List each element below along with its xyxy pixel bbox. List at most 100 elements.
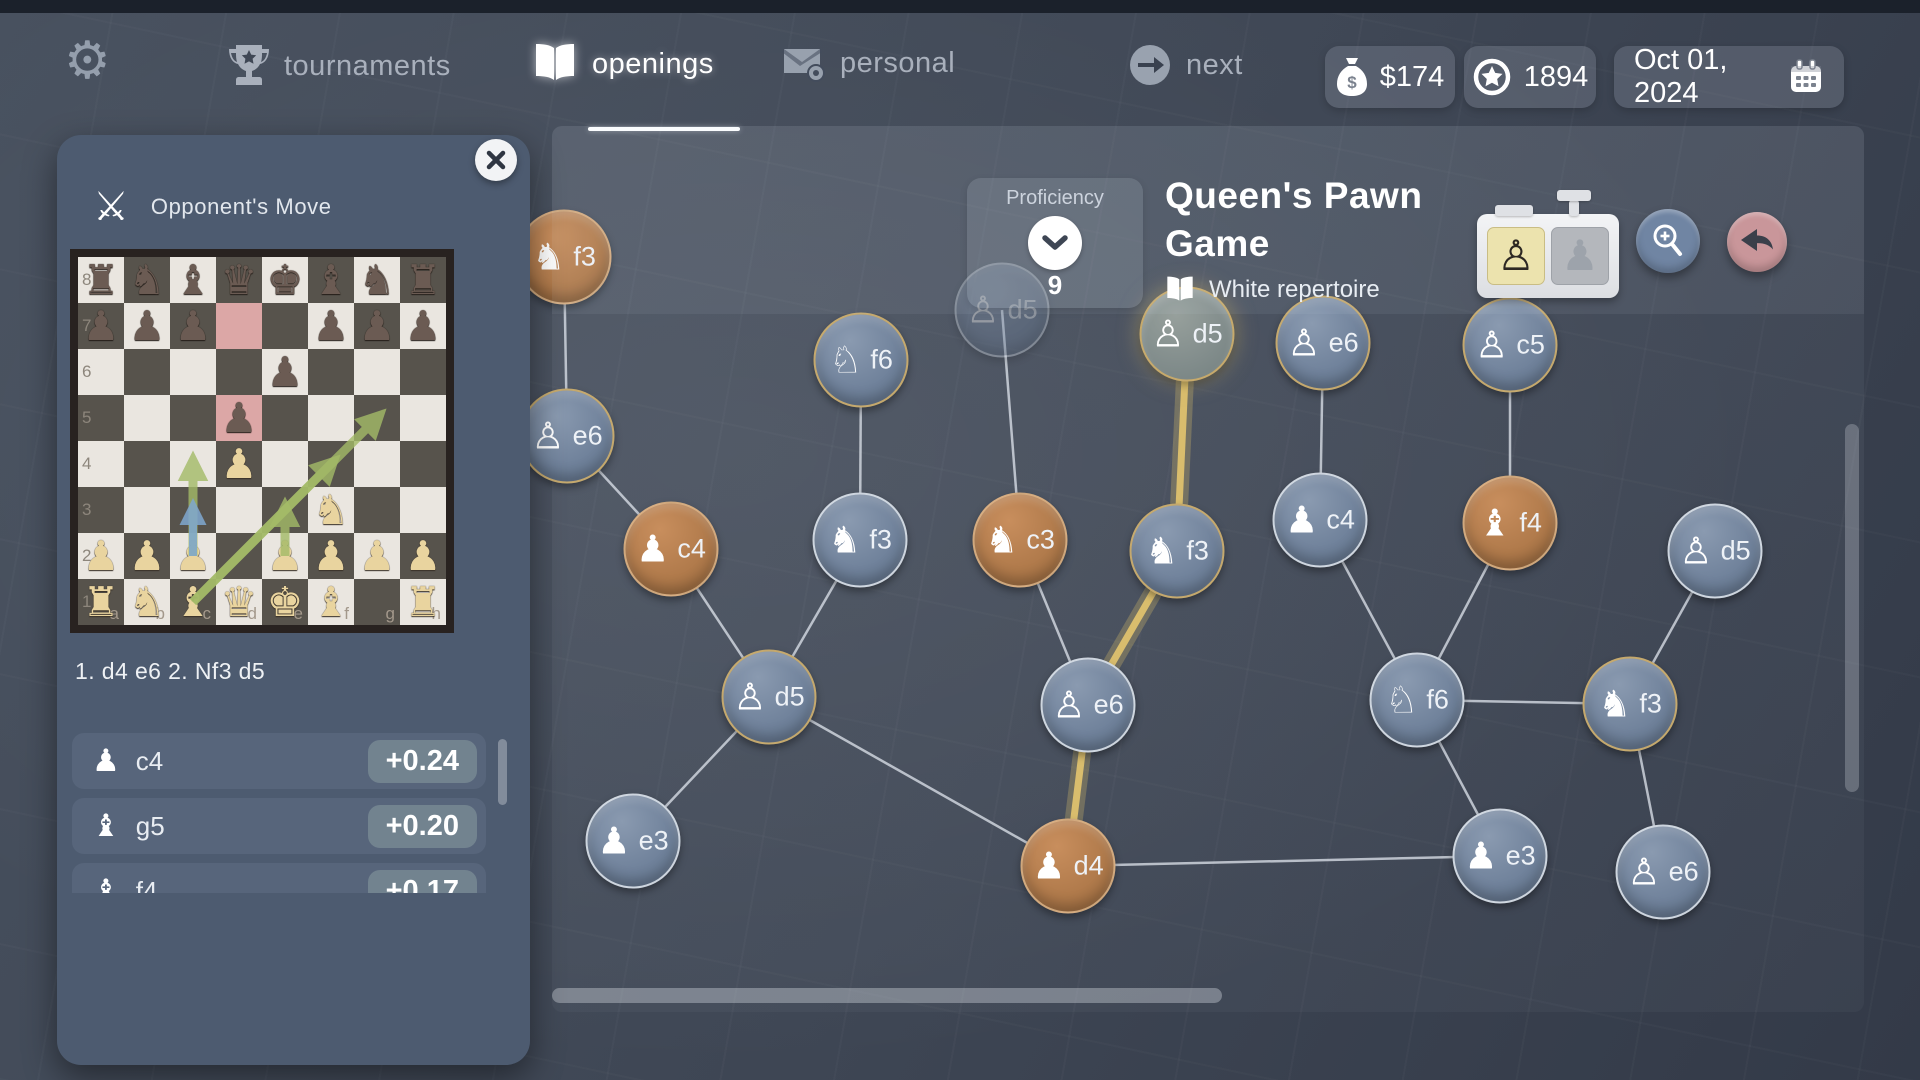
- square-e3[interactable]: [262, 487, 308, 533]
- piece-wk: ♚: [267, 582, 304, 623]
- square-d5[interactable]: ♟: [216, 395, 262, 441]
- back-button[interactable]: [1727, 212, 1787, 272]
- move-node-e6[interactable]: ♙e6: [1041, 658, 1136, 753]
- square-e6[interactable]: ♟: [262, 349, 308, 395]
- square-c8[interactable]: ♝: [170, 257, 216, 303]
- square-h8[interactable]: ♜: [400, 257, 446, 303]
- black-side-toggle[interactable]: ♟: [1551, 227, 1609, 285]
- square-e2[interactable]: ♟: [262, 533, 308, 579]
- square-b5[interactable]: [124, 395, 170, 441]
- proficiency-card[interactable]: Proficiency 9: [967, 178, 1143, 308]
- move-node-f6[interactable]: ♘f6: [1370, 653, 1465, 748]
- zoom-button[interactable]: [1636, 209, 1700, 273]
- square-h7[interactable]: ♟: [400, 303, 446, 349]
- move-node-e3[interactable]: ♟e3: [586, 794, 681, 889]
- square-e5[interactable]: [262, 395, 308, 441]
- square-d4[interactable]: ♟: [216, 441, 262, 487]
- horizontal-scrollbar[interactable]: [552, 988, 1222, 1003]
- square-h1[interactable]: h♜: [400, 579, 446, 625]
- square-b6[interactable]: [124, 349, 170, 395]
- square-c1[interactable]: c♝: [170, 579, 216, 625]
- square-a2[interactable]: 2♟: [78, 533, 124, 579]
- square-h5[interactable]: [400, 395, 446, 441]
- square-c4[interactable]: [170, 441, 216, 487]
- square-d6[interactable]: [216, 349, 262, 395]
- square-a8[interactable]: 8♜: [78, 257, 124, 303]
- square-g6[interactable]: [354, 349, 400, 395]
- square-c7[interactable]: ♟: [170, 303, 216, 349]
- square-b3[interactable]: [124, 487, 170, 533]
- eval-row-c4[interactable]: ♟c4+0.24: [72, 733, 486, 789]
- move-node-f3[interactable]: ♞f3: [1130, 504, 1225, 599]
- eval-row-g5[interactable]: ♝g5+0.20: [72, 798, 486, 854]
- square-h6[interactable]: [400, 349, 446, 395]
- square-c3[interactable]: [170, 487, 216, 533]
- move-node-e6[interactable]: ♙e6: [1616, 825, 1711, 920]
- square-g2[interactable]: ♟: [354, 533, 400, 579]
- move-node-c4[interactable]: ♟c4: [1273, 473, 1368, 568]
- square-f8[interactable]: ♝: [308, 257, 354, 303]
- square-g5[interactable]: [354, 395, 400, 441]
- square-d3[interactable]: [216, 487, 262, 533]
- square-g4[interactable]: [354, 441, 400, 487]
- square-g3[interactable]: [354, 487, 400, 533]
- move-node-c3[interactable]: ♞c3: [973, 493, 1068, 588]
- square-f3[interactable]: ♞: [308, 487, 354, 533]
- move-node-e6[interactable]: ♙e6: [520, 389, 615, 484]
- move-node-label: e3: [1506, 841, 1536, 872]
- square-f2[interactable]: ♟: [308, 533, 354, 579]
- square-a6[interactable]: 6: [78, 349, 124, 395]
- move-node-f3[interactable]: ♞f3: [813, 493, 908, 588]
- square-g1[interactable]: g: [354, 579, 400, 625]
- square-b7[interactable]: ♟: [124, 303, 170, 349]
- square-e4[interactable]: [262, 441, 308, 487]
- chevron-down-icon[interactable]: [1028, 216, 1082, 270]
- square-c2[interactable]: ♟: [170, 533, 216, 579]
- square-a4[interactable]: 4: [78, 441, 124, 487]
- square-a3[interactable]: 3: [78, 487, 124, 533]
- square-h2[interactable]: ♟: [400, 533, 446, 579]
- vertical-scrollbar[interactable]: [1845, 424, 1859, 792]
- square-f7[interactable]: ♟: [308, 303, 354, 349]
- white-side-toggle[interactable]: ♙: [1487, 227, 1545, 285]
- square-b1[interactable]: b♞: [124, 579, 170, 625]
- square-b2[interactable]: ♟: [124, 533, 170, 579]
- move-node-d5[interactable]: ♙d5: [722, 650, 817, 745]
- move-node-c4[interactable]: ♟c4: [624, 502, 719, 597]
- square-d7[interactable]: [216, 303, 262, 349]
- square-f6[interactable]: [308, 349, 354, 395]
- close-button[interactable]: [475, 139, 517, 181]
- square-e1[interactable]: e♚: [262, 579, 308, 625]
- square-e8[interactable]: ♚: [262, 257, 308, 303]
- move-node-f3[interactable]: ♞f3: [517, 210, 612, 305]
- move-node-e3[interactable]: ♟e3: [1453, 809, 1548, 904]
- square-d1[interactable]: d♛: [216, 579, 262, 625]
- square-g7[interactable]: ♟: [354, 303, 400, 349]
- move-node-f4[interactable]: ♝f4: [1463, 476, 1558, 571]
- move-node-f3[interactable]: ♞f3: [1583, 657, 1678, 752]
- move-node-d5[interactable]: ♙d5: [1668, 504, 1763, 599]
- square-g8[interactable]: ♞: [354, 257, 400, 303]
- square-b4[interactable]: [124, 441, 170, 487]
- eval-list-scrollbar[interactable]: [498, 739, 507, 805]
- square-f5[interactable]: [308, 395, 354, 441]
- square-c5[interactable]: [170, 395, 216, 441]
- square-h4[interactable]: [400, 441, 446, 487]
- square-e7[interactable]: [262, 303, 308, 349]
- square-d2[interactable]: [216, 533, 262, 579]
- opponent-move-panel: ⚔ Opponent's Move 8♜♞♝♛♚♝♞♜7♟♟♟♟♟♟6♟5♟4♟…: [57, 135, 530, 1065]
- move-node-f6[interactable]: ♘f6: [814, 313, 909, 408]
- square-a1[interactable]: 1a♜: [78, 579, 124, 625]
- eval-row-f4[interactable]: ♝f4+0.17: [72, 863, 486, 893]
- square-b8[interactable]: ♞: [124, 257, 170, 303]
- square-d8[interactable]: ♛: [216, 257, 262, 303]
- square-f1[interactable]: f♝: [308, 579, 354, 625]
- square-c6[interactable]: [170, 349, 216, 395]
- move-node-d4[interactable]: ♟d4: [1021, 819, 1116, 914]
- square-a5[interactable]: 5: [78, 395, 124, 441]
- square-f4[interactable]: [308, 441, 354, 487]
- square-h3[interactable]: [400, 487, 446, 533]
- move-node-c5[interactable]: ♙c5: [1463, 298, 1558, 393]
- square-a7[interactable]: 7♟: [78, 303, 124, 349]
- move-node-e6[interactable]: ♙e6: [1276, 296, 1371, 391]
